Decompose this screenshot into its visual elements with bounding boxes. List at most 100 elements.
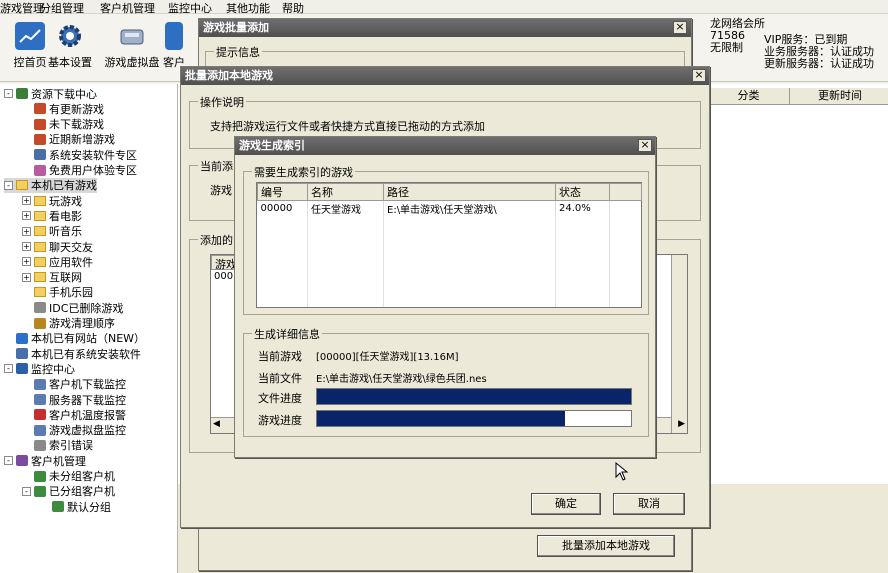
collapse-icon[interactable]: - (4, 364, 13, 374)
tree-item[interactable]: 未下载游戏 (22, 117, 104, 132)
tree-item[interactable]: + 看电影 (22, 208, 82, 223)
list-icon (34, 394, 46, 405)
disk-icon (117, 22, 147, 50)
toolbar-settings-button[interactable]: 基本设置 (40, 20, 100, 78)
app-icon (34, 149, 46, 161)
tree-item[interactable]: - 已分组客户机 (22, 484, 115, 499)
close-icon[interactable]: × (673, 21, 687, 34)
close-icon[interactable]: × (638, 139, 652, 152)
license-limit: 无限制 (710, 41, 743, 54)
cancel-button[interactable]: 取消 (613, 493, 685, 515)
tree-item-label: 互联网 (49, 271, 82, 285)
added-game-row[interactable]: 000 (214, 271, 233, 282)
tree-item[interactable]: 免费用户体验专区 (22, 163, 137, 178)
close-icon[interactable]: × (692, 69, 706, 82)
doc-icon (34, 302, 46, 314)
expand-icon[interactable]: + (22, 226, 31, 236)
tree-item[interactable]: - 客户机管理 (4, 453, 86, 468)
table-row[interactable]: 00000 任天堂游戏 E:\单击游戏\任天堂游戏\ 24.0% (257, 200, 642, 216)
gift-icon (34, 164, 46, 176)
client-icon (165, 22, 183, 50)
toolbar-vdisk-button[interactable]: 游戏虚拟盘 (101, 20, 163, 78)
tree-item[interactable]: 游戏清理顺序 (22, 316, 115, 331)
collapse-icon[interactable]: - (4, 89, 13, 98)
tree-item[interactable]: IDC已删除游戏 (22, 300, 123, 315)
expand-icon[interactable]: + (22, 196, 31, 206)
scroll-left-icon[interactable]: ◀ (213, 419, 220, 429)
tree-item-label: 游戏虚拟盘监控 (49, 424, 126, 438)
tree-item[interactable]: 游戏虚拟盘监控 (22, 423, 126, 438)
tree-item[interactable]: 系统安装软件专区 (22, 147, 137, 162)
collapse-icon[interactable]: - (4, 180, 13, 190)
current-game-label: 当前游戏 (258, 350, 302, 363)
tree-item[interactable]: + 听音乐 (22, 224, 82, 239)
folder-icon (16, 180, 28, 191)
download-icon (16, 88, 28, 99)
column-header-name[interactable]: 名称 (307, 183, 384, 201)
expand-icon[interactable]: + (22, 211, 31, 221)
column-header-id[interactable]: 编号 (257, 183, 308, 201)
tree-item[interactable]: 有更新游戏 (22, 101, 104, 116)
vertical-scrollbar[interactable] (671, 255, 687, 433)
expand-icon[interactable]: + (22, 272, 31, 282)
scroll-right-icon[interactable]: ▶ (678, 419, 685, 429)
ok-button[interactable]: 确定 (531, 493, 601, 515)
column-header-update-time[interactable]: 更新时间 (792, 88, 888, 105)
pc-icon (34, 470, 46, 482)
expand-icon[interactable]: + (22, 257, 31, 267)
row-status: 24.0% (555, 200, 610, 216)
game-progress-fill (317, 411, 566, 426)
tree-item[interactable]: + 互联网 (22, 270, 82, 285)
ops-group-label: 操作说明 (198, 94, 246, 110)
vip-status: 龙网络会所 71586 无限制 VIP服务：已到期 业务服务器：认证成功 更新服… (710, 18, 888, 72)
tree-item-label: 服务器下载监控 (49, 393, 126, 407)
index-games-group: 需要生成索引的游戏 编号 名称 路径 状态 00000 任天堂游戏 E:\单击游… (243, 164, 649, 315)
file-progress-bar (316, 388, 632, 405)
collapse-icon[interactable]: - (4, 456, 13, 466)
folder-icon (34, 226, 46, 237)
tree-item[interactable]: 本机已有系统安装软件 (4, 346, 141, 361)
tree-item[interactable]: 服务器下载监控 (22, 392, 126, 407)
tree-item-label: 听音乐 (49, 225, 82, 239)
column-header-status[interactable]: 状态 (555, 183, 610, 201)
tree-item[interactable]: 手机乐园 (22, 285, 93, 300)
tree-item[interactable]: 近期新增游戏 (22, 132, 115, 147)
tree-item-label: 应用软件 (49, 255, 93, 269)
folder-icon (34, 195, 46, 206)
user-icon (34, 118, 46, 130)
tree-item[interactable]: 客户机下载监控 (22, 377, 126, 392)
list-icon (34, 378, 46, 390)
mouse-cursor-icon (615, 462, 629, 481)
tree-item-label: 本机已有游戏 (31, 179, 97, 193)
expand-icon[interactable]: + (22, 242, 31, 251)
column-header-path[interactable]: 路径 (383, 183, 556, 201)
tree-item[interactable]: - 监控中心 (4, 361, 75, 376)
tree-item[interactable]: 客户机温度报警 (22, 407, 126, 422)
tree-item-label: 免费用户体验专区 (49, 164, 137, 177)
current-game-value: [00000][任天堂游戏][13.16M] (316, 352, 459, 363)
column-header-category[interactable]: 分类 (708, 88, 790, 105)
tree-item[interactable]: 索引错误 (22, 438, 93, 453)
tree-item-label: 本机已有网站（NEW） (31, 332, 146, 346)
list-icon (34, 424, 46, 436)
detail-group-label: 生成详细信息 (252, 326, 322, 342)
list-header: 分类 更新时间 (708, 88, 888, 105)
tree-item-label: 资源下载中心 (31, 87, 97, 101)
collapse-icon[interactable]: - (22, 486, 31, 496)
column-header-extra (609, 183, 642, 201)
tree-item[interactable]: 本机已有网站（NEW） (4, 331, 145, 346)
folder-icon (34, 256, 46, 267)
tree-item-label: 默认分组 (67, 500, 111, 514)
tree-item[interactable]: + 玩游戏 (22, 193, 82, 208)
tree-item[interactable]: + 应用软件 (22, 254, 93, 269)
tree-item-label: 本机已有系统安装软件 (31, 347, 141, 361)
ie-icon (16, 332, 28, 344)
tree-item[interactable]: - 资源下载中心 (4, 86, 97, 101)
batch-add-local-button[interactable]: 批量添加本地游戏 (537, 535, 675, 557)
tree-item[interactable]: - 本机已有游戏 (4, 177, 97, 193)
generate-index-dialog-title: 游戏生成索引 (235, 137, 655, 155)
tree-item[interactable]: + 聊天交友 (22, 239, 93, 254)
tree-item[interactable]: 未分组客户机 (22, 469, 115, 484)
index-games-table[interactable]: 编号 名称 路径 状态 00000 任天堂游戏 E:\单击游戏\任天堂游戏\ 2… (256, 182, 642, 308)
tree-item[interactable]: 默认分组 (40, 499, 111, 514)
